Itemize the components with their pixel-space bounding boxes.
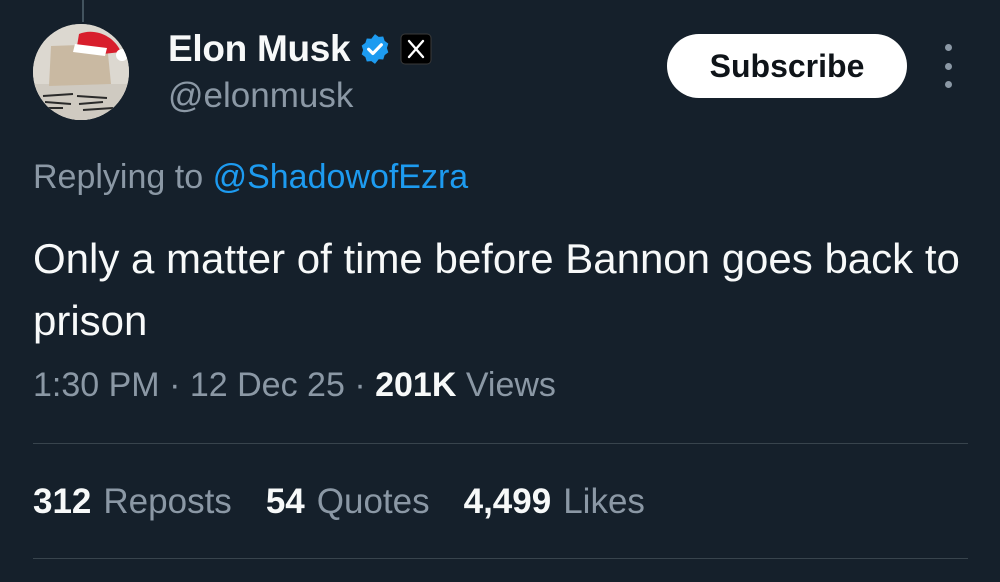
views-label: Views <box>465 366 556 404</box>
more-dot <box>944 44 952 51</box>
likes-stat[interactable]: 4,499 Likes <box>464 482 645 522</box>
thread-connector-line <box>82 0 84 22</box>
reposts-label: Reposts <box>103 482 232 521</box>
author-header: Elon Musk <box>168 28 432 70</box>
divider <box>33 558 968 559</box>
reposts-stat[interactable]: 312 Reposts <box>33 482 232 522</box>
likes-label: Likes <box>563 482 645 521</box>
more-dot <box>944 81 952 88</box>
tweet-time[interactable]: 1:30 PM <box>33 366 160 404</box>
subscribe-button[interactable]: Subscribe <box>667 34 907 98</box>
more-vertical-icon[interactable] <box>936 44 960 88</box>
views-count: 201K <box>375 366 457 404</box>
engagement-stats: 312 Reposts 54 Quotes 4,499 Likes <box>33 482 645 522</box>
verified-badge-icon[interactable] <box>358 32 392 66</box>
tweet-text: Only a matter of time before Bannon goes… <box>33 235 960 344</box>
likes-count: 4,499 <box>463 482 552 521</box>
quotes-count: 54 <box>265 482 305 521</box>
meta-separator: · <box>354 366 366 404</box>
replying-to: Replying to @ShadowofEzra <box>33 158 468 197</box>
replying-to-label: Replying to <box>33 158 204 196</box>
quotes-label: Quotes <box>316 482 430 521</box>
avatar-image <box>33 24 129 120</box>
avatar[interactable] <box>33 24 129 120</box>
quotes-stat[interactable]: 54 Quotes <box>266 482 430 522</box>
more-dot <box>944 62 952 70</box>
reposts-count: 312 <box>33 482 92 521</box>
divider <box>33 443 968 444</box>
tweet-date[interactable]: 12 Dec 25 <box>190 366 345 404</box>
meta-separator: · <box>169 366 181 404</box>
reply-mention-link[interactable]: @ShadowofEzra <box>213 158 469 196</box>
author-handle[interactable]: @elonmusk <box>168 76 353 116</box>
x-affiliate-badge-icon[interactable] <box>400 33 432 65</box>
author-display-name[interactable]: Elon Musk <box>168 28 351 70</box>
tweet-metadata: 1:30 PM · 12 Dec 25 · 201K Views <box>33 366 556 405</box>
